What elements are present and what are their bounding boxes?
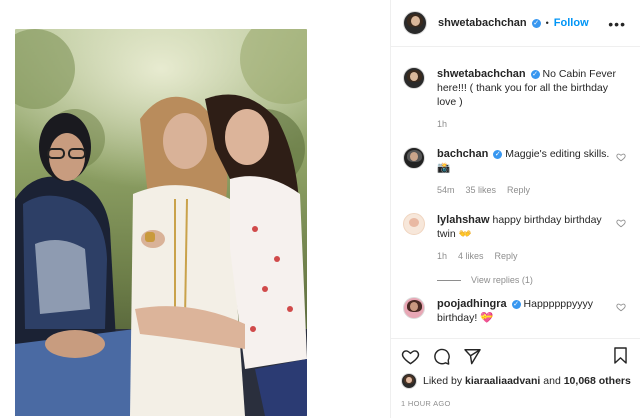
caption-avatar[interactable] bbox=[403, 67, 425, 89]
caption-username[interactable]: shwetabachchan bbox=[437, 68, 526, 80]
post-header: shwetabachchan ✓ • Follow ••• bbox=[391, 0, 640, 47]
author-avatar[interactable] bbox=[403, 11, 427, 35]
comment-likes[interactable]: 35 likes bbox=[466, 183, 497, 197]
share-icon[interactable] bbox=[463, 347, 482, 366]
commenter-avatar[interactable] bbox=[403, 147, 425, 169]
comment-item: bachchan ✓ Maggie's editing skills. 📸 54… bbox=[403, 147, 626, 197]
reply-button[interactable]: Reply bbox=[495, 249, 518, 263]
likes-summary: Liked by kiaraaliaadvani and 10,068 othe… bbox=[401, 373, 640, 389]
likes-joiner: and bbox=[543, 375, 561, 387]
liker-username[interactable]: kiaraaliaadvani bbox=[465, 375, 540, 387]
bookmark-icon[interactable] bbox=[611, 346, 630, 365]
more-icon[interactable]: ••• bbox=[608, 16, 626, 32]
caption: shwetabachchan ✓ No Cabin Fever here!!! … bbox=[403, 67, 626, 131]
heart-icon[interactable] bbox=[616, 302, 626, 312]
view-replies[interactable]: View replies (1) bbox=[437, 275, 626, 285]
comment-icon[interactable] bbox=[432, 347, 451, 366]
heart-icon[interactable] bbox=[616, 218, 626, 228]
post-actions: Liked by kiaraaliaadvani and 10,068 othe… bbox=[391, 338, 640, 418]
heart-icon[interactable] bbox=[616, 152, 626, 162]
comment-likes[interactable]: 4 likes bbox=[458, 249, 484, 263]
photo-illustration bbox=[15, 29, 307, 416]
comments-list: shwetabachchan ✓ No Cabin Fever here!!! … bbox=[391, 47, 640, 337]
comment-age[interactable]: 54m bbox=[437, 183, 455, 197]
verified-icon: ✓ bbox=[493, 149, 503, 159]
author-username[interactable]: shwetabachchan bbox=[438, 17, 527, 29]
commenter-avatar[interactable] bbox=[403, 213, 425, 235]
media-pane bbox=[0, 0, 390, 418]
verified-icon: ✓ bbox=[511, 299, 521, 309]
caption-age[interactable]: 1h bbox=[437, 117, 447, 131]
likes-prefix: Liked by bbox=[423, 375, 463, 387]
follow-button[interactable]: Follow bbox=[554, 17, 589, 29]
commenter-username[interactable]: bachchan bbox=[437, 148, 488, 160]
post-sidebar: shwetabachchan ✓ • Follow ••• shwetabach… bbox=[390, 0, 640, 418]
commenter-avatar[interactable] bbox=[403, 297, 425, 319]
liker-avatar[interactable] bbox=[401, 373, 417, 389]
commenter-username[interactable]: lylahshaw bbox=[437, 214, 490, 226]
reply-button[interactable]: Reply bbox=[507, 183, 530, 197]
post-timestamp[interactable]: 1 HOUR AGO bbox=[401, 399, 640, 408]
separator-dot: • bbox=[545, 18, 549, 28]
verified-icon: ✓ bbox=[530, 69, 540, 79]
comment-item: lylahshaw happy birthday birthday twin 👐… bbox=[403, 213, 626, 263]
comment-item: poojadhingra ✓ Happppppyyyy birthday! 💝 bbox=[403, 297, 626, 325]
comment-age[interactable]: 1h bbox=[437, 249, 447, 263]
heart-icon[interactable] bbox=[401, 347, 420, 366]
verified-icon: ✓ bbox=[531, 18, 541, 28]
likes-others[interactable]: 10,068 others bbox=[564, 375, 631, 387]
post-photo[interactable] bbox=[15, 29, 307, 416]
commenter-username[interactable]: poojadhingra bbox=[437, 298, 507, 310]
